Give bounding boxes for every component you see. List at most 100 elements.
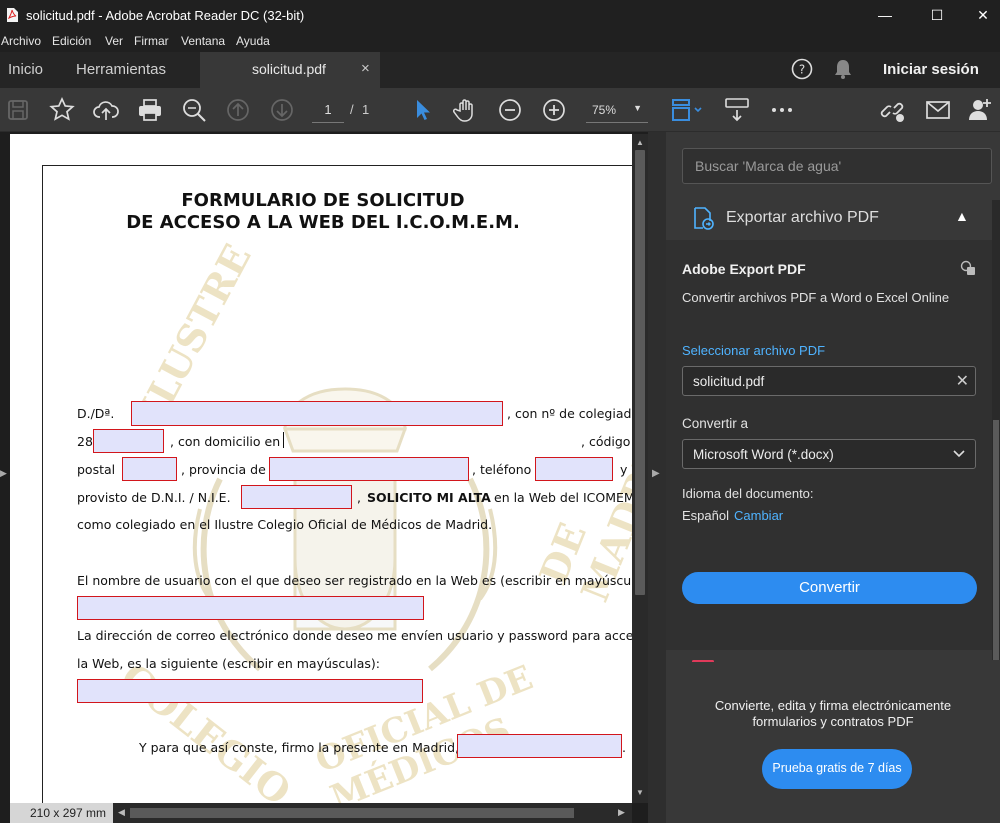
form-text: El nombre de usuario con el que deseo se… bbox=[77, 573, 632, 588]
change-language-link[interactable]: Cambiar bbox=[734, 508, 783, 523]
form-title-line2: DE ACCESO A LA WEB DEL I.C.O.M.E.M. bbox=[126, 212, 520, 233]
print-icon[interactable] bbox=[136, 96, 164, 124]
scroll-left-icon[interactable]: ◀ bbox=[118, 807, 125, 818]
chevron-up-icon[interactable]: ▲ bbox=[955, 208, 969, 224]
page-separator: / bbox=[350, 102, 354, 117]
form-text: , provincia de bbox=[181, 462, 266, 477]
free-trial-button[interactable]: Prueba gratis de 7 días bbox=[762, 749, 912, 789]
zoom-select[interactable]: 75% ▼ bbox=[586, 97, 648, 123]
promo-line2: formularios y contratos PDF bbox=[752, 714, 914, 729]
menu-ver[interactable]: Ver bbox=[105, 34, 123, 48]
tab-document[interactable]: solicitud.pdf × bbox=[200, 52, 380, 88]
hand-tool-icon[interactable] bbox=[452, 96, 480, 124]
zoom-in-icon[interactable] bbox=[540, 96, 568, 124]
form-title-line1: FORMULARIO DE SOLICITUD bbox=[181, 190, 465, 211]
form-text: , código bbox=[581, 434, 631, 449]
search-tools-input[interactable]: Buscar 'Marca de agua' bbox=[682, 148, 992, 184]
export-pdf-title: Exportar archivo PDF bbox=[726, 209, 879, 226]
date-field[interactable] bbox=[457, 734, 622, 758]
scroll-down-icon[interactable]: ▼ bbox=[636, 788, 644, 797]
pane-splitter[interactable]: ▶ bbox=[648, 132, 666, 823]
name-field[interactable] bbox=[131, 401, 503, 426]
tab-document-label: solicitud.pdf bbox=[252, 61, 326, 77]
right-pane-scrollbar[interactable] bbox=[992, 200, 1000, 660]
scroll-right-icon[interactable]: ▶ bbox=[618, 807, 625, 818]
horizontal-scrollbar[interactable]: 210 x 297 mm ◀ ▶ bbox=[10, 803, 632, 823]
promo-line1: Convierte, edita y firma electrónicament… bbox=[714, 698, 952, 713]
convert-to-label: Convertir a bbox=[682, 416, 749, 431]
selected-file-field[interactable]: solicitud.pdf ✕ bbox=[682, 366, 976, 396]
close-window-button[interactable]: ✕ bbox=[960, 0, 1000, 30]
select-cursor-icon[interactable] bbox=[408, 96, 436, 124]
title-bar: solicitud.pdf - Adobe Acrobat Reader DC … bbox=[0, 0, 1000, 30]
minimize-button[interactable]: — bbox=[862, 0, 908, 30]
email-icon[interactable] bbox=[924, 96, 952, 124]
form-text-bold: SOLICITO MI ALTA bbox=[367, 490, 491, 505]
sign-in-button[interactable]: Iniciar sesión bbox=[883, 61, 979, 78]
previous-page-icon[interactable] bbox=[224, 96, 252, 124]
zoom-out-icon[interactable] bbox=[496, 96, 524, 124]
form-text: , teléfono bbox=[472, 462, 532, 477]
more-tools-icon[interactable] bbox=[768, 96, 796, 124]
page-number-input[interactable]: 1 bbox=[312, 97, 344, 123]
convert-button[interactable]: Convertir bbox=[682, 572, 977, 604]
menu-edicion[interactable]: Edición bbox=[52, 34, 91, 48]
form-text: La dirección de correo electrónico donde… bbox=[77, 628, 632, 643]
clear-file-icon[interactable]: ✕ bbox=[956, 371, 969, 391]
format-select[interactable]: Microsoft Word (*.docx) bbox=[682, 439, 976, 469]
phone-field[interactable] bbox=[535, 457, 613, 481]
zoom-value: 75% bbox=[592, 103, 617, 117]
selected-file-name: solicitud.pdf bbox=[693, 374, 765, 389]
province-field[interactable] bbox=[269, 457, 469, 481]
share-link-icon[interactable] bbox=[878, 96, 906, 124]
chevron-down-icon bbox=[953, 450, 965, 458]
collegiate-number-field[interactable] bbox=[93, 429, 164, 453]
right-pane-scroll-thumb[interactable] bbox=[993, 420, 999, 660]
acrobat-icon bbox=[7, 8, 18, 22]
vertical-scroll-thumb[interactable] bbox=[635, 150, 645, 595]
tab-inicio[interactable]: Inicio bbox=[8, 61, 43, 78]
cloud-upload-icon[interactable] bbox=[92, 96, 120, 124]
product-name: Adobe Export PDF bbox=[682, 261, 806, 277]
pdf-page: ILUSTRE COLEGIO OFICIAL DE MÉDICOS DE MA… bbox=[10, 134, 632, 803]
postal-code-field[interactable] bbox=[122, 457, 177, 481]
next-page-icon[interactable] bbox=[268, 96, 296, 124]
zoom-search-icon[interactable] bbox=[180, 96, 208, 124]
form-text: D./Dª. bbox=[77, 406, 115, 421]
page-frame bbox=[42, 165, 632, 803]
menu-ventana[interactable]: Ventana bbox=[181, 34, 225, 48]
horizontal-scroll-thumb[interactable] bbox=[130, 808, 574, 818]
form-text: 28 bbox=[77, 434, 93, 449]
email-field[interactable] bbox=[77, 679, 423, 703]
bell-icon[interactable] bbox=[834, 58, 852, 80]
scroll-mode-icon[interactable] bbox=[722, 96, 752, 124]
scroll-up-icon[interactable]: ▲ bbox=[636, 138, 644, 147]
vertical-scrollbar[interactable]: ▲ ▼ bbox=[632, 134, 648, 803]
tab-bar: Inicio Herramientas solicitud.pdf × ? In… bbox=[0, 52, 1000, 88]
maximize-button[interactable]: ☐ bbox=[914, 0, 960, 30]
cloud-service-icon bbox=[960, 260, 975, 275]
add-user-icon[interactable] bbox=[966, 96, 994, 124]
expand-left-pane-icon[interactable]: ▶ bbox=[0, 468, 7, 479]
promo-text: Convierte, edita y firma electrónicament… bbox=[666, 698, 1000, 730]
form-text: , con nº de colegiado bbox=[507, 406, 632, 421]
page-view-icon[interactable] bbox=[668, 96, 704, 124]
menu-firmar[interactable]: Firmar bbox=[134, 34, 169, 48]
collapse-pane-icon[interactable]: ▶ bbox=[652, 468, 660, 479]
chevron-down-icon: ▼ bbox=[633, 103, 642, 113]
menu-archivo[interactable]: Archivo bbox=[1, 34, 41, 48]
form-text: , con domicilio en bbox=[170, 434, 281, 449]
dni-field[interactable] bbox=[241, 485, 352, 509]
export-pdf-header[interactable]: Exportar archivo PDF ▲ bbox=[666, 196, 992, 240]
username-field[interactable] bbox=[77, 596, 424, 620]
tab-herramientas[interactable]: Herramientas bbox=[76, 61, 166, 78]
save-icon[interactable] bbox=[4, 96, 32, 124]
page-size-label: 210 x 297 mm bbox=[10, 803, 113, 823]
help-icon[interactable]: ? bbox=[791, 58, 813, 80]
close-tab-icon[interactable]: × bbox=[361, 60, 370, 77]
menu-ayuda[interactable]: Ayuda bbox=[236, 34, 270, 48]
star-icon[interactable] bbox=[48, 96, 76, 124]
export-pdf-icon bbox=[694, 207, 714, 230]
select-file-link[interactable]: Seleccionar archivo PDF bbox=[682, 343, 825, 358]
toolbar: 1 / 1 75% ▼ bbox=[0, 88, 1000, 132]
